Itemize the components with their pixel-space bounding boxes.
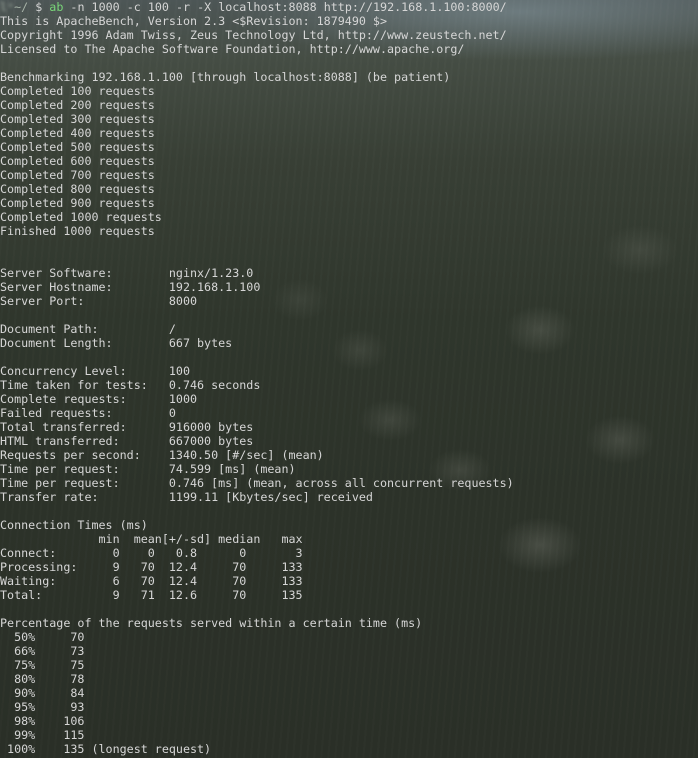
prompt-symbol: $ [35, 0, 43, 14]
output-line: Processing: 9 70 12.4 70 133 [0, 560, 303, 574]
output-line: 98% 106 [0, 714, 85, 728]
output-line: 66% 73 [0, 644, 85, 658]
output-line: Connect: 0 0 0.8 0 3 [0, 546, 303, 560]
output-line: Licensed to The Apache Software Foundati… [0, 42, 465, 56]
output-line: Transfer rate: 1199.11 [Kbytes/sec] rece… [0, 490, 373, 504]
output-line: Completed 200 requests [0, 98, 155, 112]
output-line: Time taken for tests: 0.746 seconds [0, 378, 261, 392]
output-line: 95% 93 [0, 700, 85, 714]
terminal-window[interactable]: lᵒ~/ $ ab -n 1000 -c 100 -r -X localhost… [0, 0, 698, 758]
output-line: Completed 600 requests [0, 154, 155, 168]
output-line: Complete requests: 1000 [0, 392, 198, 406]
output-line: 75% 75 [0, 658, 85, 672]
output-line: Failed requests: 0 [0, 406, 176, 420]
output-lines: This is ApacheBench, Version 2.3 <$Revis… [0, 14, 698, 756]
output-line: min mean[+/-sd] median max [0, 532, 303, 546]
output-line: Copyright 1996 Adam Twiss, Zeus Technolo… [0, 28, 507, 42]
output-line: 99% 115 [0, 728, 85, 742]
prompt-username-blurred: lᵒ [0, 0, 15, 14]
output-line: Server Hostname: 192.168.1.100 [0, 280, 261, 294]
output-line: Finished 1000 requests [0, 224, 155, 238]
output-line: Server Port: 8000 [0, 294, 198, 308]
output-line: Completed 1000 requests [0, 210, 162, 224]
output-line: Server Software: nginx/1.23.0 [0, 266, 254, 280]
output-line: Waiting: 6 70 12.4 70 133 [0, 574, 303, 588]
output-line: Total: 9 71 12.6 70 135 [0, 588, 303, 602]
output-line: Completed 900 requests [0, 196, 155, 210]
output-line: Connection Times (ms) [0, 518, 148, 532]
output-line: 100% 135 (longest request) [0, 742, 212, 756]
terminal-output: lᵒ~/ $ ab -n 1000 -c 100 -r -X localhost… [0, 0, 698, 756]
output-line: 90% 84 [0, 686, 85, 700]
output-line: Total transferred: 916000 bytes [0, 420, 254, 434]
command-name: ab [49, 0, 64, 14]
output-line: Time per request: 74.599 [ms] (mean) [0, 462, 296, 476]
output-line: Document Length: 667 bytes [0, 336, 233, 350]
prompt-path: ~/ [14, 0, 29, 14]
output-line: This is ApacheBench, Version 2.3 <$Revis… [0, 14, 388, 28]
output-line: Requests per second: 1340.50 [#/sec] (me… [0, 448, 324, 462]
prompt-line: lᵒ~/ $ ab -n 1000 -c 100 -r -X localhost… [0, 0, 698, 14]
output-line: 80% 78 [0, 672, 85, 686]
output-line: Completed 100 requests [0, 84, 155, 98]
output-line: Time per request: 0.746 [ms] (mean, acro… [0, 476, 514, 490]
output-line: Concurrency Level: 100 [0, 364, 190, 378]
output-line: HTML transferred: 667000 bytes [0, 434, 254, 448]
output-line: 50% 70 [0, 630, 85, 644]
output-line: Completed 700 requests [0, 168, 155, 182]
output-line: Percentage of the requests served within… [0, 616, 423, 630]
command-args: -n 1000 -c 100 -r -X localhost:8088 http… [70, 0, 507, 14]
output-line: Completed 400 requests [0, 126, 155, 140]
output-line: Benchmarking 192.168.1.100 [through loca… [0, 70, 451, 84]
output-line: Completed 300 requests [0, 112, 155, 126]
output-line: Completed 800 requests [0, 182, 155, 196]
output-line: Document Path: / [0, 322, 176, 336]
output-line: Completed 500 requests [0, 140, 155, 154]
